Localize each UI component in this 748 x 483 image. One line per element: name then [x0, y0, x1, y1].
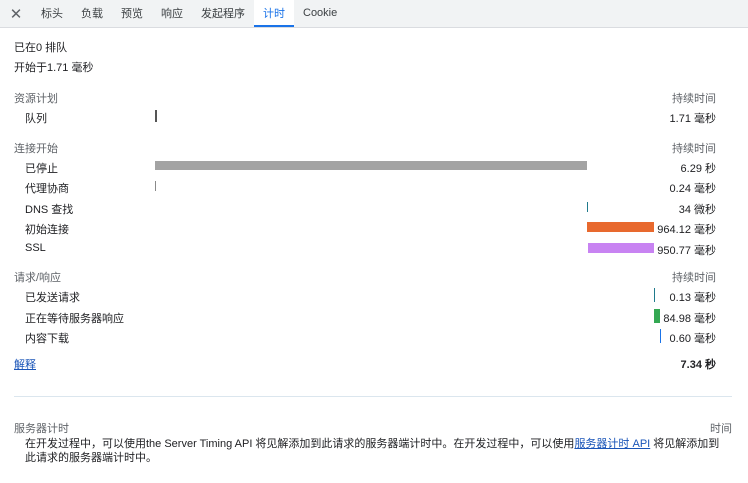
- row-label: 已发送请求: [25, 292, 80, 304]
- timing-row-dns: DNS 查找 34 微秒: [14, 197, 732, 218]
- timing-row-download: 内容下载 0.60 毫秒: [14, 326, 732, 347]
- tab-response[interactable]: 响应: [152, 0, 192, 27]
- stalled-bar: [155, 160, 587, 170]
- row-label: DNS 查找: [25, 203, 74, 216]
- timing-row-initial-connection: 初始连接 964.12 毫秒: [14, 217, 732, 238]
- duration-header: 持续时间: [672, 142, 716, 155]
- server-timing-section: 服务器计时 时间 在开发过程中，可以使用the Server Timing AP…: [14, 418, 732, 465]
- section-title: 连接开始: [14, 142, 58, 155]
- row-duration: 964.12 毫秒: [657, 224, 716, 236]
- dns-bar: [587, 201, 588, 212]
- row-duration: 0.24 毫秒: [669, 183, 716, 195]
- row-duration: 34 微秒: [678, 203, 716, 216]
- waiting-bar: [654, 308, 660, 323]
- connection-start-header: 连接开始 持续时间: [14, 136, 732, 156]
- duration-header: 持续时间: [672, 272, 716, 284]
- row-label: SSL: [25, 241, 46, 254]
- timing-row-waiting: 正在等待服务器响应 84.98 毫秒: [14, 306, 732, 327]
- proxy-bar: [155, 181, 156, 191]
- row-duration: 950.77 毫秒: [657, 244, 716, 257]
- request-response-header: 请求/响应 持续时间: [14, 265, 732, 285]
- tab-headers[interactable]: 标头: [32, 0, 72, 27]
- row-label: 已停止: [25, 162, 58, 175]
- row-duration: 0.13 毫秒: [669, 292, 716, 304]
- tab-cookies[interactable]: Cookie: [294, 0, 346, 27]
- row-label: 正在等待服务器响应: [25, 312, 124, 325]
- server-timing-header: 服务器计时 时间: [14, 418, 732, 438]
- server-timing-api-link[interactable]: 服务器计时 API: [574, 438, 650, 450]
- total-duration: 7.34 秒: [680, 358, 716, 371]
- close-icon[interactable]: ✕: [4, 0, 28, 27]
- row-duration: 84.98 毫秒: [663, 312, 716, 325]
- timing-row-ssl: SSL 950.77 毫秒: [14, 238, 732, 259]
- time-header: 时间: [710, 423, 732, 435]
- row-duration: 1.71 毫秒: [669, 113, 716, 125]
- row-label: 初始连接: [25, 224, 69, 236]
- row-label: 内容下载: [25, 333, 69, 345]
- tab-timing[interactable]: 计时: [254, 0, 294, 27]
- tab-preview[interactable]: 预览: [112, 0, 152, 27]
- request-sent-bar: [654, 288, 655, 302]
- timing-row-request-sent: 已发送请求 0.13 毫秒: [14, 285, 732, 306]
- server-timing-description: 在开发过程中，可以使用the Server Timing API 将见解添加到此…: [14, 437, 732, 465]
- row-duration: 6.29 秒: [680, 162, 716, 175]
- section-divider: [14, 396, 732, 397]
- row-label: 队列: [25, 113, 47, 125]
- tab-payload[interactable]: 负载: [72, 0, 112, 27]
- section-title: 服务器计时: [14, 423, 69, 435]
- section-title: 请求/响应: [14, 272, 62, 284]
- timing-row-queue: 队列 1.71 毫秒: [14, 106, 732, 127]
- initial-connection-bar: [587, 222, 654, 232]
- timing-row-proxy: 代理协商 0.24 毫秒: [14, 176, 732, 197]
- row-duration: 0.60 毫秒: [669, 333, 716, 345]
- resource-schedule-header: 资源计划 持续时间: [14, 86, 732, 106]
- started-at: 开始于1.71 毫秒: [14, 62, 94, 74]
- section-title: 资源计划: [14, 93, 58, 105]
- tab-bar: ✕ 标头 负载 预览 响应 发起程序 计时 Cookie: [0, 0, 748, 28]
- queue-bar: [155, 110, 157, 122]
- description-text: 在开发过程中，可以使用the Server Timing API 将见解添加到此…: [25, 438, 575, 450]
- download-bar: [660, 329, 661, 343]
- queued-at: 已在0 排队: [14, 42, 68, 54]
- tab-initiator[interactable]: 发起程序: [192, 0, 254, 27]
- ssl-bar: [588, 242, 654, 253]
- explanation-link[interactable]: 解释: [14, 356, 36, 372]
- timing-row-stalled: 已停止 6.29 秒: [14, 156, 732, 177]
- row-label: 代理协商: [25, 183, 69, 195]
- total-row: 解释 7.34 秒: [14, 355, 732, 375]
- timing-panel: 已在0 排队 开始于1.71 毫秒 资源计划 持续时间 队列 1.71 毫秒 连…: [0, 28, 748, 375]
- duration-header: 持续时间: [672, 93, 716, 105]
